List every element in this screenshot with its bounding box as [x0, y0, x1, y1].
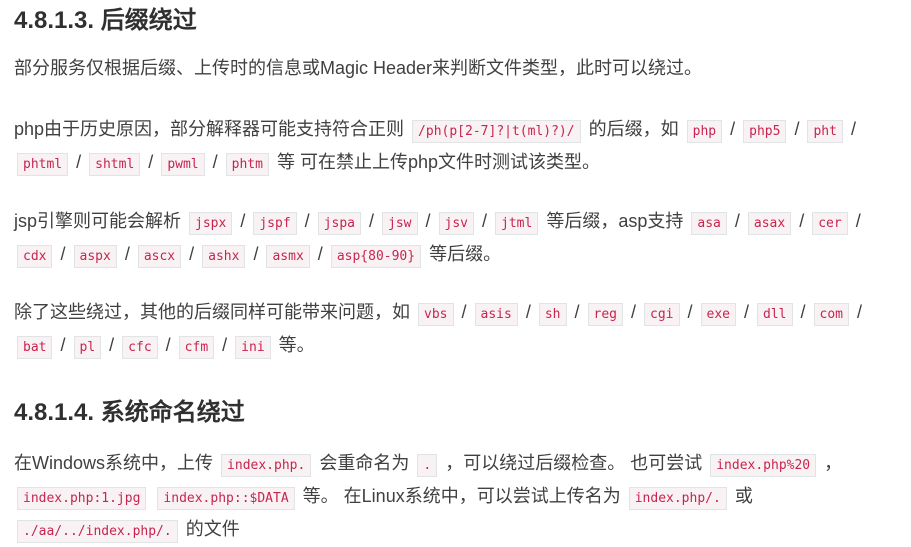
- code-ext: cfc: [122, 336, 158, 359]
- text: jsp引擎则可能会解析: [14, 211, 182, 231]
- code-filename: index.php:1.jpg: [17, 487, 147, 510]
- code-ext: ini: [235, 336, 271, 359]
- paragraph-intro: 部分服务仅根据后缀、上传时的信息或Magic Header来判断文件类型，此时可…: [14, 58, 703, 78]
- code-ext: jtml: [495, 212, 539, 235]
- code-ext: phtm: [225, 153, 269, 176]
- text: 等后缀。: [429, 244, 502, 264]
- code-ext: jspx: [189, 212, 233, 235]
- code-ext: reg: [587, 303, 623, 326]
- code-filename: index.php%20: [710, 454, 817, 477]
- code-filename: index.php/.: [628, 487, 727, 510]
- code-ext: jspa: [317, 212, 361, 235]
- code-ext: dll: [757, 303, 793, 326]
- code-ext: phtml: [17, 153, 69, 176]
- text: ，可以绕过后缀检查。 也可尝试: [445, 453, 703, 473]
- text: 的后缀，如: [588, 119, 679, 139]
- code-ext: php: [686, 120, 723, 143]
- paragraph-windows-linux: 在Windows系统中，上传 index.php. 会重命名为 . ，可以绕过后…: [14, 448, 897, 547]
- code-ext: asax: [747, 212, 792, 235]
- text: 或: [734, 486, 753, 506]
- text: 等。 在Linux系统中，可以尝试上传名为: [302, 486, 621, 506]
- code-ext: jsw: [382, 212, 418, 235]
- text: 会重命名为: [319, 453, 410, 473]
- code-filename: ./aa/../index.php/.: [17, 520, 178, 543]
- text: 除了这些绕过，其他的后缀同样可能带来问题，如: [14, 302, 410, 322]
- code-ext: shtml: [89, 153, 141, 176]
- code-ext: cdx: [17, 245, 53, 268]
- code-ext: sh: [538, 303, 567, 326]
- section-heading-system-naming: 4.8.1.4. 系统命名绕过: [14, 399, 245, 426]
- document-page: 4.8.1.3. 后缀绕过 部分服务仅根据后缀、上传时的信息或Magic Hea…: [0, 0, 911, 543]
- text: 等。: [278, 335, 315, 355]
- text: ，: [824, 453, 843, 473]
- paragraph-other-ext: 除了这些绕过，其他的后缀同样可能带来问题，如 vbs / asis / sh /…: [14, 297, 897, 363]
- text: 等后缀，asp支持: [546, 211, 684, 231]
- text: 等 可在禁止上传php文件时测试该类型。: [276, 152, 601, 172]
- code-filename: .: [417, 454, 438, 477]
- code-ext: pht: [807, 120, 843, 143]
- code-ext: jsv: [438, 212, 474, 235]
- code-ext: exe: [700, 303, 736, 326]
- code-ext: cer: [812, 212, 848, 235]
- text: 的文件: [185, 519, 240, 539]
- code-regex: /ph(p[2-7]?|t(ml)?)/: [412, 120, 581, 143]
- code-ext: ascx: [137, 245, 182, 268]
- code-ext: asp{80-90}: [330, 245, 422, 268]
- code-ext: cfm: [178, 336, 215, 359]
- code-ext: bat: [17, 336, 53, 359]
- code-ext: vbs: [418, 303, 454, 326]
- code-ext: asa: [691, 212, 727, 235]
- text: 在Windows系统中，上传: [14, 453, 214, 473]
- code-ext: asmx: [266, 245, 310, 268]
- paragraph-php: php由于历史原因，部分解释器可能支持符合正则 /ph(p[2-7]?|t(ml…: [14, 114, 897, 180]
- section-heading-suffix-bypass: 4.8.1.3. 后缀绕过: [14, 7, 197, 34]
- code-ext: asis: [474, 303, 518, 326]
- code-ext: ashx: [202, 245, 246, 268]
- code-filename: index.php::$DATA: [157, 487, 295, 510]
- code-ext: pwml: [161, 153, 205, 176]
- code-ext: aspx: [73, 245, 117, 268]
- code-ext: php5: [743, 120, 787, 143]
- code-ext: cgi: [644, 303, 680, 326]
- code-ext: pl: [73, 336, 102, 359]
- code-ext: com: [813, 303, 849, 326]
- code-filename: index.php.: [221, 454, 312, 477]
- text: php由于历史原因，部分解释器可能支持符合正则: [14, 119, 405, 139]
- code-ext: jspf: [253, 212, 297, 235]
- paragraph-jsp-asp: jsp引擎则可能会解析 jspx / jspf / jspa / jsw / j…: [14, 206, 897, 272]
